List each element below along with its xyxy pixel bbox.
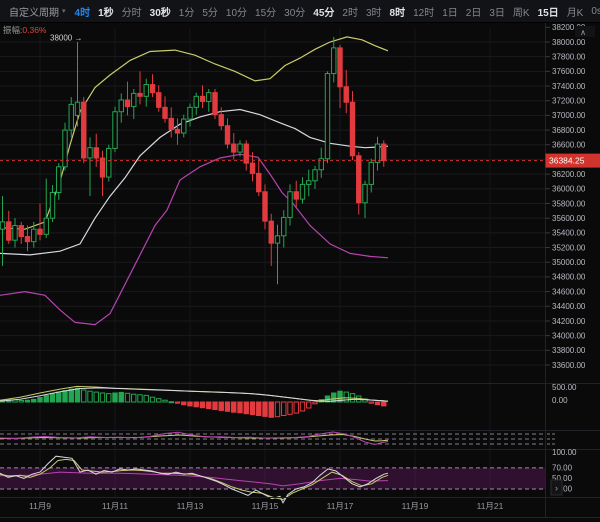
trading-app-window: 自定义周期 ▾ 4时1秒分时30秒1分5分10分15分30分45分2时3时8时1… [0,0,600,522]
svg-text:34800.00: 34800.00 [552,273,586,282]
svg-text:34000.00: 34000.00 [552,331,586,340]
oscillator-overbought-band [0,468,545,489]
timeframe-button-2时[interactable]: 2时 [338,4,362,19]
timeframe-button-15分[interactable]: 15分 [251,4,280,19]
svg-text:11月17: 11月17 [327,501,354,511]
timeframe-button-2日[interactable]: 2日 [462,4,486,19]
current-price-tag: 36384.25 [546,154,600,168]
chevron-down-icon: ▾ [62,7,66,15]
timeframe-button-0s[interactable]: 0s [587,6,600,17]
svg-text:36800.00: 36800.00 [552,126,586,135]
svg-text:0.00: 0.00 [552,396,568,405]
timeframe-button-45分[interactable]: 45分 [309,4,338,19]
svg-text:37800.00: 37800.00 [552,52,586,61]
amplitude-value: 0.36% [22,25,46,35]
svg-text:36600.00: 36600.00 [552,141,586,150]
svg-text:∧: ∧ [580,28,586,37]
timeframe-button-10分[interactable]: 10分 [222,4,251,19]
svg-text:11月21: 11月21 [477,501,504,511]
svg-text:100.00: 100.00 [552,448,577,457]
timeframe-button-15日[interactable]: 15日 [534,4,563,19]
custom-period-menu[interactable]: 自定义周期 ▾ [4,4,71,19]
timeframe-button-1日[interactable]: 1日 [438,4,462,19]
svg-text:35200.00: 35200.00 [552,243,586,252]
timeframe-button-12时[interactable]: 12时 [409,4,438,19]
svg-text:11月11: 11月11 [102,501,128,511]
timeframe-button-3时[interactable]: 3时 [362,4,386,19]
price-alert-annotation: 38000 → [50,34,82,43]
timeframe-button-30秒[interactable]: 30秒 [146,4,175,19]
amplitude-readout: 振幅:0.36% [3,24,46,36]
timeframe-button-1秒[interactable]: 1秒 [94,4,118,19]
svg-text:11月19: 11月19 [402,501,429,511]
svg-text:33600.00: 33600.00 [552,361,586,370]
svg-text:35000.00: 35000.00 [552,258,586,267]
custom-period-label: 自定义周期 [9,4,59,19]
pane-expand-button[interactable]: › [551,480,562,495]
svg-text:36384.25: 36384.25 [549,156,585,166]
chart-toolbar: 自定义周期 ▾ 4时1秒分时30秒1分5分10分15分30分45分2时3时8时1… [0,0,600,23]
timeframe-button-8时[interactable]: 8时 [386,4,410,19]
candlestick-chart-canvas[interactable]: 38200.0038000.0037800.0037600.0037400.00… [0,0,600,522]
svg-text:37600.00: 37600.00 [552,67,586,76]
svg-text:37200.00: 37200.00 [552,97,586,106]
svg-text:35800.00: 35800.00 [552,199,586,208]
svg-text:11月9: 11月9 [29,501,51,511]
svg-text:›: › [555,483,558,493]
svg-text:36200.00: 36200.00 [552,170,586,179]
amplitude-label: 振幅: [3,25,22,35]
svg-text:70.00: 70.00 [552,464,573,473]
svg-text:37400.00: 37400.00 [552,82,586,91]
svg-text:35400.00: 35400.00 [552,229,586,238]
svg-text:11月15: 11月15 [252,501,279,511]
svg-text:500.00: 500.00 [552,383,577,392]
svg-text:11月13: 11月13 [177,501,204,511]
timeframe-button-1分[interactable]: 1分 [175,4,199,19]
timeframe-button-分时[interactable]: 分时 [118,4,146,19]
svg-text:34400.00: 34400.00 [552,302,586,311]
timeframe-button-4时[interactable]: 4时 [71,4,95,19]
timeframe-button-月K[interactable]: 月K [563,4,588,19]
timeframe-button-30分[interactable]: 30分 [280,4,309,19]
timeframe-button-5分[interactable]: 5分 [198,4,222,19]
svg-text:38000.00: 38000.00 [552,38,586,47]
timeframe-button-周K[interactable]: 周K [509,4,534,19]
svg-text:34600.00: 34600.00 [552,287,586,296]
svg-text:35600.00: 35600.00 [552,214,586,223]
svg-text:36000.00: 36000.00 [552,185,586,194]
timeframe-button-3日[interactable]: 3日 [485,4,509,19]
svg-text:37000.00: 37000.00 [552,111,586,120]
svg-text:34200.00: 34200.00 [552,317,586,326]
axis-collapse-caret-button[interactable]: ∧ [575,26,595,37]
svg-text:38000 →: 38000 → [50,34,82,43]
svg-text:33800.00: 33800.00 [552,346,586,355]
timeframe-list: 4时1秒分时30秒1分5分10分15分30分45分2时3时8时12时1日2日3日… [71,4,600,19]
